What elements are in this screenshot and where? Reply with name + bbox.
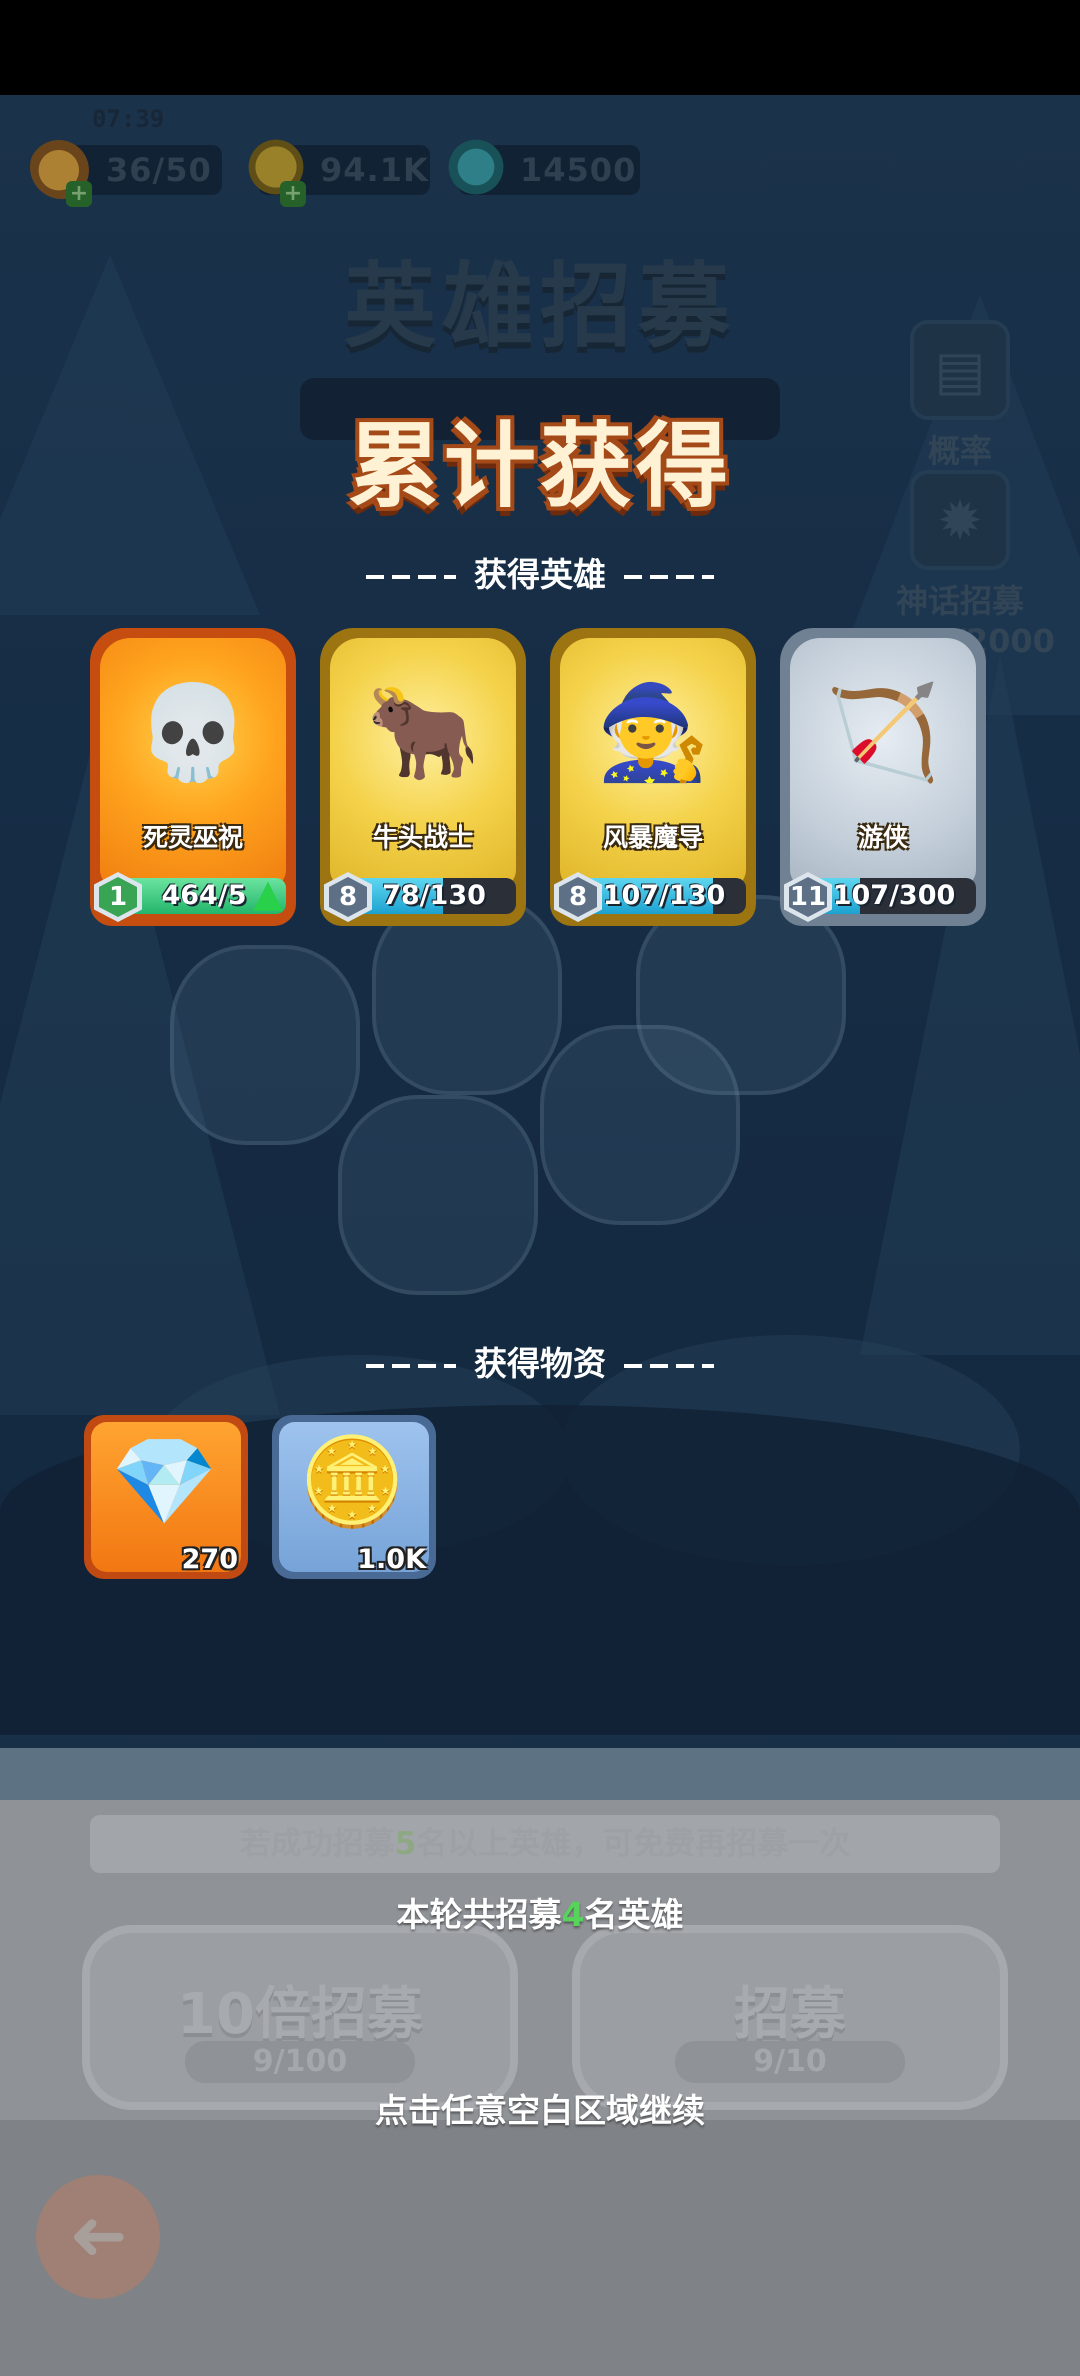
hero-card[interactable]: 💀 死灵巫祝 464/5 1 ▲ xyxy=(90,628,296,926)
divider xyxy=(366,574,456,579)
items-heading-label: 获得物资 xyxy=(474,1344,606,1383)
ten-recruit-cost: 9/100 xyxy=(185,2041,415,2083)
result-title: 累计获得 xyxy=(347,413,732,520)
hero-level: 11 xyxy=(789,877,827,917)
bonus-hint-number: 5 xyxy=(394,1826,417,1862)
items-section-heading: 获得物资 xyxy=(0,1337,1080,1385)
hero-progress-text: 107/130 xyxy=(602,880,726,911)
divider xyxy=(624,1363,714,1368)
hero-card[interactable]: 🧙 风暴魔导 107/130 8 xyxy=(550,628,756,926)
tap-to-continue[interactable]: 点击任意空白区域继续 xyxy=(0,2084,1080,2132)
wizard-icon: 🧙 xyxy=(595,679,711,786)
single-recruit-button[interactable]: 招募 9/10 xyxy=(572,1925,1008,2110)
hero-name: 游侠 xyxy=(857,823,908,852)
crystal-icon: 💎 xyxy=(110,1432,218,1532)
divider xyxy=(624,574,714,579)
heroes-heading-label: 获得英雄 xyxy=(474,555,606,594)
hero-name: 死灵巫祝 xyxy=(142,823,243,852)
back-arrow-icon: ➜ xyxy=(68,2194,128,2276)
bonus-hint: 若成功招募5名以上英雄，可免费再招募一次 xyxy=(90,1815,1000,1873)
hero-level: 1 xyxy=(99,877,137,917)
reward-item[interactable]: 💎 270 xyxy=(84,1415,248,1579)
ranger-icon: 🏹 xyxy=(825,679,941,786)
minotaur-icon: 🐂 xyxy=(365,679,481,786)
hero-progress-text: 78/130 xyxy=(382,880,486,911)
hero-name: 风暴魔导 xyxy=(602,823,703,852)
reward-quantity: 270 xyxy=(181,1544,238,1575)
hero-level: 8 xyxy=(559,877,597,917)
single-recruit-label: 招募 xyxy=(734,1982,846,2047)
reward-item[interactable]: 🪙 1.0K xyxy=(272,1415,436,1579)
hero-card[interactable]: 🐂 牛头战士 78/130 8 xyxy=(320,628,526,926)
recruited-post: 名英雄 xyxy=(584,1895,684,1934)
divider xyxy=(366,1363,456,1368)
panel-floor xyxy=(0,2120,1080,2376)
heroes-section-heading: 获得英雄 xyxy=(0,548,1080,596)
bonus-hint-pre: 若成功招募 xyxy=(239,1826,395,1862)
hero-card[interactable]: 🏹 游侠 107/300 11 xyxy=(780,628,986,926)
hero-level: 8 xyxy=(329,877,367,917)
recruited-pre: 本轮共招募 xyxy=(396,1895,562,1934)
necromancer-icon: 💀 xyxy=(135,679,251,786)
panel-top-edge xyxy=(0,1748,1080,1808)
single-recruit-cost: 9/10 xyxy=(675,2041,905,2083)
upgrade-arrow-icon: ▲ xyxy=(253,871,283,915)
ten-recruit-label: 10倍招募 xyxy=(177,1982,423,2047)
recruited-number: 4 xyxy=(561,1895,585,1934)
reward-quantity: 1.0K xyxy=(357,1544,426,1575)
back-button[interactable]: ➜ xyxy=(36,2175,160,2299)
ten-recruit-button[interactable]: 10倍招募 9/100 xyxy=(82,1925,518,2110)
hero-progress-text: 107/300 xyxy=(832,880,956,911)
bonus-hint-post: 名以上英雄，可免费再招募一次 xyxy=(416,1826,851,1862)
recruited-count-message: 本轮共招募4名英雄 xyxy=(0,1888,1080,1936)
hero-name: 牛头战士 xyxy=(372,823,473,852)
gold-coin-icon: 🪙 xyxy=(298,1432,406,1532)
